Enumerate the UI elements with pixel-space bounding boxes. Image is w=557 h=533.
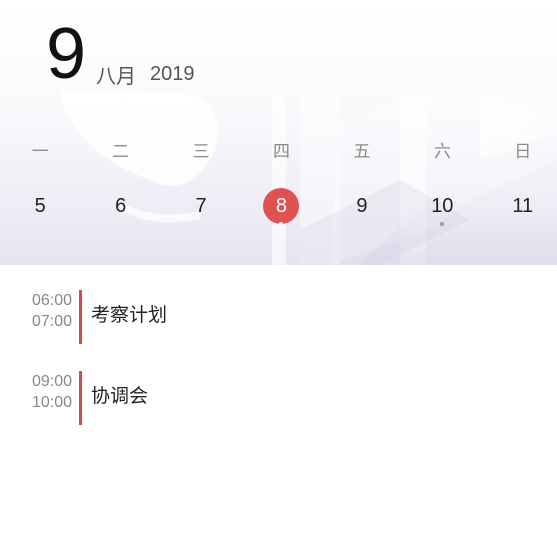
day-button[interactable]: 11 bbox=[505, 188, 541, 224]
day-cell: 6 bbox=[80, 188, 160, 228]
day-button[interactable]: 10 bbox=[424, 188, 460, 224]
day-button[interactable]: 7 bbox=[183, 188, 219, 224]
current-year: 2019 bbox=[150, 63, 195, 85]
weekday-label: 四 bbox=[272, 142, 290, 162]
day-cell: 9 bbox=[322, 188, 402, 228]
event-time-range: 06:00 07:00 bbox=[24, 290, 72, 332]
weekday-label: 日 bbox=[514, 142, 532, 162]
event-title: 协调会 bbox=[91, 385, 149, 407]
weekday-label: 三 bbox=[192, 142, 210, 162]
current-day-number: 9 bbox=[46, 14, 87, 94]
event-color-bar bbox=[79, 371, 82, 425]
week-days-row: 5 6 7 8 9 10 11 bbox=[0, 188, 557, 228]
event-item[interactable]: 06:00 07:00 考察计划 bbox=[0, 290, 557, 344]
event-time-range: 09:00 10:00 bbox=[24, 371, 72, 413]
event-item[interactable]: 09:00 10:00 协调会 bbox=[0, 371, 557, 425]
event-color-bar bbox=[79, 290, 82, 344]
event-list: 06:00 07:00 考察计划 09:00 10:00 协调会 bbox=[0, 290, 557, 452]
weekday-label: 六 bbox=[433, 142, 451, 162]
event-start-time: 06:00 bbox=[31, 292, 72, 309]
weekday-label: 二 bbox=[112, 142, 130, 162]
day-cell: 8 bbox=[241, 188, 321, 228]
day-button[interactable]: 9 bbox=[344, 188, 380, 224]
weekday-header-row: 一 二 三 四 五 六 日 bbox=[0, 140, 557, 164]
current-month: 八月 bbox=[96, 64, 136, 88]
day-cell: 10 bbox=[402, 188, 482, 228]
event-end-time: 07:00 bbox=[31, 313, 72, 330]
event-indicator-dot bbox=[440, 222, 445, 226]
selected-day-button[interactable]: 8 bbox=[263, 188, 300, 224]
day-button[interactable]: 6 bbox=[103, 188, 139, 224]
calendar-header: 9 八月 2019 一 二 三 四 五 六 日 5 6 7 8 9 10 11 bbox=[0, 0, 557, 265]
event-start-time: 09:00 bbox=[31, 373, 72, 390]
day-button[interactable]: 5 bbox=[22, 188, 58, 224]
day-cell: 7 bbox=[161, 188, 241, 228]
weekday-label: 一 bbox=[31, 142, 49, 162]
event-title: 考察计划 bbox=[91, 304, 168, 326]
weekday-label: 五 bbox=[353, 142, 371, 162]
event-indicator-dot bbox=[279, 222, 284, 226]
day-cell: 11 bbox=[483, 188, 557, 228]
day-cell: 5 bbox=[0, 188, 80, 228]
event-end-time: 10:00 bbox=[31, 394, 72, 411]
